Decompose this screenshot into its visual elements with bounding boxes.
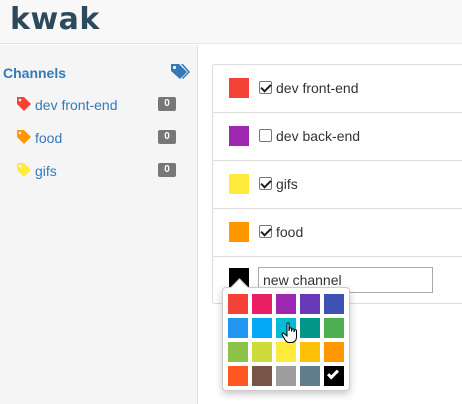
sidebar-item-food[interactable]: food 0: [0, 127, 198, 149]
sidebar-item-gifs[interactable]: gifs 0: [0, 160, 198, 182]
count-badge: 0: [158, 130, 176, 144]
sidebar-title: Channels: [3, 65, 67, 81]
color-option[interactable]: [324, 318, 344, 338]
color-option[interactable]: [324, 294, 344, 314]
tags-icon[interactable]: [170, 63, 190, 81]
color-option[interactable]: [252, 294, 272, 314]
sidebar-item-label: gifs: [35, 163, 57, 179]
color-option[interactable]: [300, 318, 320, 338]
color-swatch[interactable]: [229, 78, 249, 98]
color-option[interactable]: [228, 294, 248, 314]
color-option[interactable]: [324, 366, 344, 386]
channel-row: food: [213, 209, 462, 257]
channel-checkbox[interactable]: [259, 177, 272, 190]
sidebar-item-label: food: [35, 130, 63, 146]
channel-checkbox[interactable]: [259, 225, 272, 238]
top-navbar: kwak: [0, 0, 462, 44]
color-option[interactable]: [300, 294, 320, 314]
channel-list-panel: dev front-end dev back-end gifs food: [212, 64, 462, 304]
color-option[interactable]: [276, 294, 296, 314]
color-option[interactable]: [252, 318, 272, 338]
sidebar: Channels dev front-end 0 food 0 gifs 0: [0, 45, 198, 404]
color-option[interactable]: [228, 318, 248, 338]
channel-label: dev back-end: [276, 128, 361, 144]
channel-checkbox[interactable]: [259, 129, 272, 142]
color-option[interactable]: [324, 342, 344, 362]
channel-checkbox[interactable]: [259, 81, 272, 94]
channel-label: food: [276, 224, 304, 240]
tag-icon: [17, 130, 31, 144]
color-swatch[interactable]: [229, 174, 249, 194]
channel-row: gifs: [213, 161, 462, 209]
color-option[interactable]: [252, 366, 272, 386]
color-option[interactable]: [228, 366, 248, 386]
sidebar-item-label: dev front-end: [35, 97, 118, 113]
channel-label: dev front-end: [276, 80, 359, 96]
color-option[interactable]: [228, 342, 248, 362]
color-option[interactable]: [276, 318, 296, 338]
check-icon: [326, 367, 340, 380]
color-swatch[interactable]: [229, 126, 249, 146]
color-option[interactable]: [300, 342, 320, 362]
channel-label: gifs: [276, 176, 298, 192]
count-badge: 0: [158, 163, 176, 177]
channel-row: dev back-end: [213, 113, 462, 161]
tag-icon: [17, 163, 31, 177]
color-swatch[interactable]: [229, 222, 249, 242]
color-picker-popover: [222, 287, 350, 391]
app-logo[interactable]: kwak: [10, 2, 100, 37]
tag-icon: [17, 97, 31, 111]
color-option[interactable]: [252, 342, 272, 362]
sidebar-item-dev-front-end[interactable]: dev front-end 0: [0, 94, 198, 116]
color-option[interactable]: [276, 342, 296, 362]
color-option[interactable]: [300, 366, 320, 386]
count-badge: 0: [158, 97, 176, 111]
color-option[interactable]: [276, 366, 296, 386]
channel-row: dev front-end: [213, 65, 462, 113]
